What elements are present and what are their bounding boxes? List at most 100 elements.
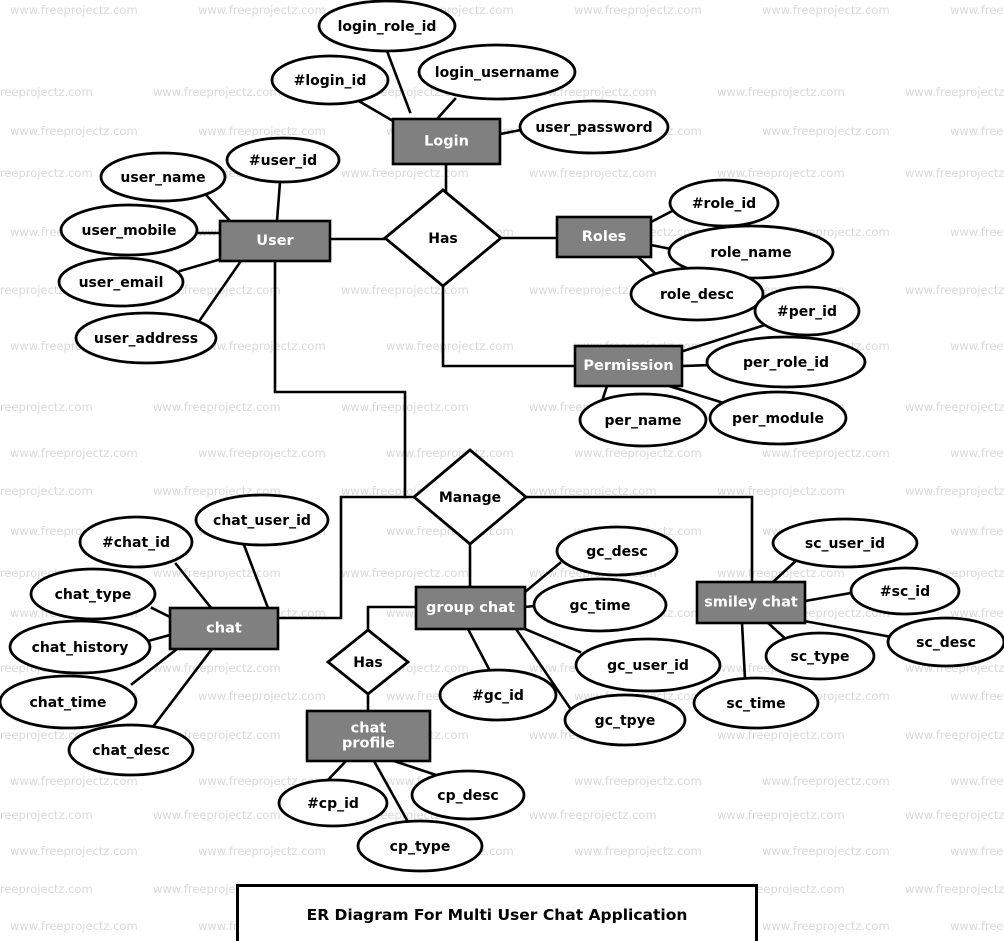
relationship-label-Has-groupchat-chatprofile: Has xyxy=(353,655,383,671)
relationship-label-Manage: Manage xyxy=(439,490,501,506)
connector-permission-to-per_name xyxy=(601,384,609,400)
connector-login-to-login_username xyxy=(435,97,457,121)
entity-label-chat: chat xyxy=(206,621,242,637)
entity-label-smiley-chat: smiley chat xyxy=(704,595,798,611)
attribute-label-user_email: user_email xyxy=(79,275,164,291)
attribute-label-sc_user_id: sc_user_id xyxy=(805,536,885,552)
attribute-sc_user_id: sc_user_id xyxy=(771,517,919,569)
entity-Permission: Permission xyxy=(573,344,684,388)
attribute-label-user_id: #user_id xyxy=(249,153,317,169)
attribute-chat_history: chat_history xyxy=(8,619,152,675)
attribute-label-chat_user_id: chat_user_id xyxy=(213,513,311,529)
attribute-user_name: user_name xyxy=(99,151,227,203)
attribute-label-gc_id: #gc_id xyxy=(472,688,524,704)
connector-login-to-login_role_id xyxy=(385,49,412,114)
er-diagram-canvas: www.freeprojectz.com www.freeprojectz.com… xyxy=(0,0,1004,941)
attribute-cp_id: #cp_id xyxy=(277,778,389,828)
connector-chat-to-chat_id xyxy=(174,562,214,611)
attribute-label-per_id: #per_id xyxy=(777,304,837,320)
attribute-per_id: #per_id xyxy=(753,285,861,337)
entity-label-Login: Login xyxy=(424,134,469,150)
attribute-chat_user_id: chat_user_id xyxy=(194,493,330,547)
connector-smileychat-to-sc_id xyxy=(803,591,853,603)
attribute-per_name: per_name xyxy=(578,392,708,448)
attribute-cp_type: cp_type xyxy=(356,819,484,873)
connector-groupchat-to-gc_user_id xyxy=(523,627,582,654)
relationship-Has-user-login-roles-permission: Has xyxy=(382,188,504,288)
attribute-gc_time: gc_time xyxy=(532,577,668,633)
attribute-label-role_name: role_name xyxy=(710,245,791,261)
attribute-label-cp_id: #cp_id xyxy=(307,796,359,812)
entity-group-chat: group chat xyxy=(414,585,527,631)
attribute-label-per_module: per_module xyxy=(732,411,824,427)
attribute-label-cp_desc: cp_desc xyxy=(437,788,498,804)
entity-smiley-chat: smiley chat xyxy=(695,580,807,625)
attribute-gc_user_id: gc_user_id xyxy=(574,637,722,693)
attribute-user_password: user_password xyxy=(518,99,670,155)
attribute-chat_time: chat_time xyxy=(0,674,138,730)
attribute-user_address: user_address xyxy=(74,311,218,365)
entity-label-Permission: Permission xyxy=(583,358,673,374)
attribute-chat_type: chat_type xyxy=(29,567,157,621)
entity-label-group-chat: group chat xyxy=(426,600,515,616)
attribute-sc_desc: sc_desc xyxy=(886,616,1004,668)
attribute-label-per_name: per_name xyxy=(605,413,682,429)
attribute-role_desc: role_desc xyxy=(629,266,765,322)
attribute-label-sc_type: sc_type xyxy=(791,649,850,665)
attribute-sc_time: sc_time xyxy=(692,676,820,730)
attribute-chat_desc: chat_desc xyxy=(67,723,195,777)
attribute-label-gc_desc: gc_desc xyxy=(586,544,647,560)
connector-groupchat-to-has2-route xyxy=(366,605,418,632)
relationship-Has-groupchat-chatprofile: Has xyxy=(325,628,411,696)
attribute-label-per_role_id: per_role_id xyxy=(743,355,829,371)
attribute-user_id: #user_id xyxy=(225,136,341,184)
diagram-title: ER Diagram For Multi User Chat Applicati… xyxy=(306,905,688,924)
entity-User: User xyxy=(218,219,332,263)
connector-login-to-user_password xyxy=(498,128,523,136)
attribute-label-chat_time: chat_time xyxy=(30,695,107,711)
attribute-label-login_role_id: login_role_id xyxy=(338,19,437,35)
attribute-label-user_address: user_address xyxy=(94,331,198,347)
connector-user-to-chat-route xyxy=(273,259,407,499)
attribute-cp_desc: cp_desc xyxy=(410,769,526,821)
entity-label-chat-profile: profile xyxy=(342,736,395,752)
attribute-gc_tpye: gc_tpye xyxy=(563,693,687,747)
attribute-label-sc_time: sc_time xyxy=(726,696,785,712)
connector-chat-to-chat_type xyxy=(150,606,172,619)
attribute-label-role_id: #role_id xyxy=(692,196,756,212)
attribute-label-sc_desc: sc_desc xyxy=(916,635,976,651)
attribute-label-login_id: #login_id xyxy=(294,73,367,89)
diagram-caption-box: ER Diagram For Multi User Chat Applicati… xyxy=(236,884,758,941)
attribute-label-login_username: login_username xyxy=(435,65,559,81)
attribute-sc_id: #sc_id xyxy=(849,566,961,616)
attribute-label-user_name: user_name xyxy=(120,170,205,186)
entity-Login: Login xyxy=(391,117,502,166)
connector-chat-to-chat_history xyxy=(146,633,172,643)
attribute-label-user_mobile: user_mobile xyxy=(81,223,176,239)
attribute-label-chat_type: chat_type xyxy=(55,587,132,603)
attribute-login_username: login_username xyxy=(417,43,577,101)
attribute-label-sc_id: #sc_id xyxy=(880,584,930,600)
entity-Roles: Roles xyxy=(555,215,653,259)
attribute-label-gc_tpye: gc_tpye xyxy=(595,713,656,729)
attributes-group: login_role_id #login_id login_usernameuser… xyxy=(0,0,1004,873)
connector-user-to-user_address xyxy=(198,256,245,322)
attribute-label-user_password: user_password xyxy=(535,120,652,136)
attribute-per_module: per_module xyxy=(708,390,848,446)
attribute-label-gc_user_id: gc_user_id xyxy=(607,658,689,674)
attribute-per_role_id: per_role_id xyxy=(705,335,867,389)
entity-chat: chat xyxy=(168,606,280,651)
entity-label-chat-profile: chat xyxy=(351,721,387,737)
connector-user-to-user_name xyxy=(205,194,234,225)
relationship-Manage: Manage xyxy=(411,448,529,546)
entity-chat-profile: chatprofile xyxy=(305,709,432,763)
attribute-gc_id: #gc_id xyxy=(438,668,558,722)
attribute-login_id: #login_id xyxy=(270,54,390,106)
connector-groupchat-to-gc_id xyxy=(466,627,492,673)
connector-chatprofile-to-cp_id xyxy=(325,759,348,783)
attribute-label-chat_desc: chat_desc xyxy=(92,743,170,759)
attribute-label-gc_time: gc_time xyxy=(570,598,631,614)
entity-label-Roles: Roles xyxy=(582,229,627,245)
connector-chat-to-chat_user_id xyxy=(242,543,270,610)
attribute-gc_desc: gc_desc xyxy=(555,525,679,577)
